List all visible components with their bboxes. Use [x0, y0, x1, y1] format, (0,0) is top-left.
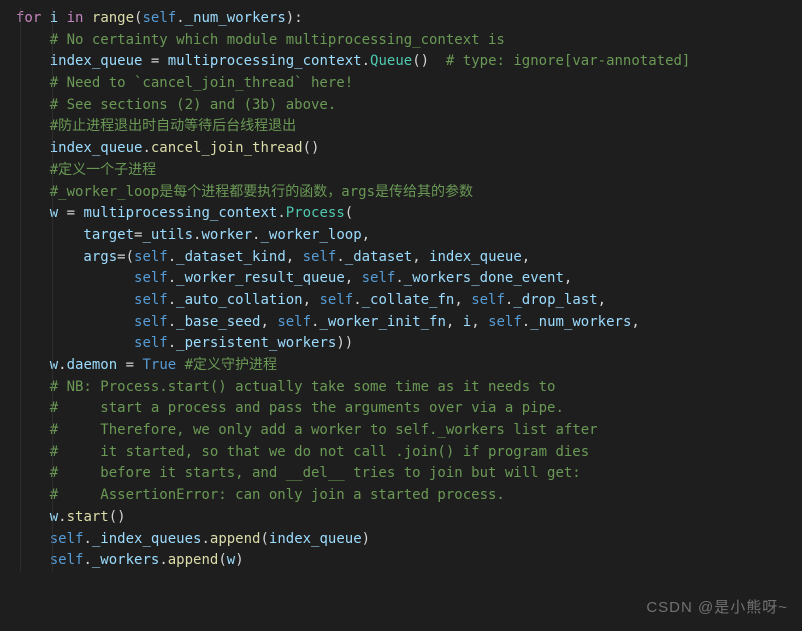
func-start: start — [67, 509, 109, 525]
class-process: Process — [286, 205, 345, 221]
var-i: i — [41, 10, 66, 26]
var-w: w — [16, 205, 58, 221]
comment: # AssertionError: can only join a starte… — [16, 487, 505, 503]
comment: # it started, so that we do not call .jo… — [16, 444, 589, 460]
func-append: append — [168, 552, 219, 568]
comment-cn: #_worker_loop是每个进程都要执行的函数，args是传给其的参数 — [16, 184, 473, 200]
func-append: append — [210, 531, 261, 547]
const-true: True — [142, 357, 176, 373]
type-comment: # type: ignore[var-annotated] — [446, 53, 690, 69]
func-range: range — [92, 10, 134, 26]
comment: # NB: Process.start() actually take some… — [16, 379, 555, 395]
watermark: CSDN @是小熊呀~ — [646, 596, 788, 619]
keyword-for: for — [16, 10, 41, 26]
comment: # before it starts, and __del__ tries to… — [16, 465, 581, 481]
kwarg-target: target — [16, 227, 134, 243]
var-index-queue: index_queue — [16, 53, 142, 69]
class-queue: Queue — [370, 53, 412, 69]
attr-daemon: daemon — [67, 357, 118, 373]
code-content: for i in range(self._num_workers): # No … — [16, 8, 802, 572]
func-cancel-join-thread: cancel_join_thread — [151, 140, 303, 156]
self: self — [142, 10, 176, 26]
comment: # No certainty which module multiprocess… — [16, 32, 505, 48]
comment-cn: #防止进程退出时自动等待后台线程退出 — [16, 118, 296, 134]
kwarg-args: args — [16, 249, 117, 265]
keyword-in: in — [67, 10, 84, 26]
comment-cn: #定义守护进程 — [185, 357, 277, 373]
comment: # start a process and pass the arguments… — [16, 400, 564, 416]
comment: # See sections (2) and (3b) above. — [16, 97, 336, 113]
code-block: for i in range(self._num_workers): # No … — [16, 8, 802, 572]
comment: # Need to `cancel_join_thread` here! — [16, 75, 353, 91]
comment-cn: #定义一个子进程 — [16, 162, 156, 178]
comment: # Therefore, we only add a worker to sel… — [16, 422, 598, 438]
